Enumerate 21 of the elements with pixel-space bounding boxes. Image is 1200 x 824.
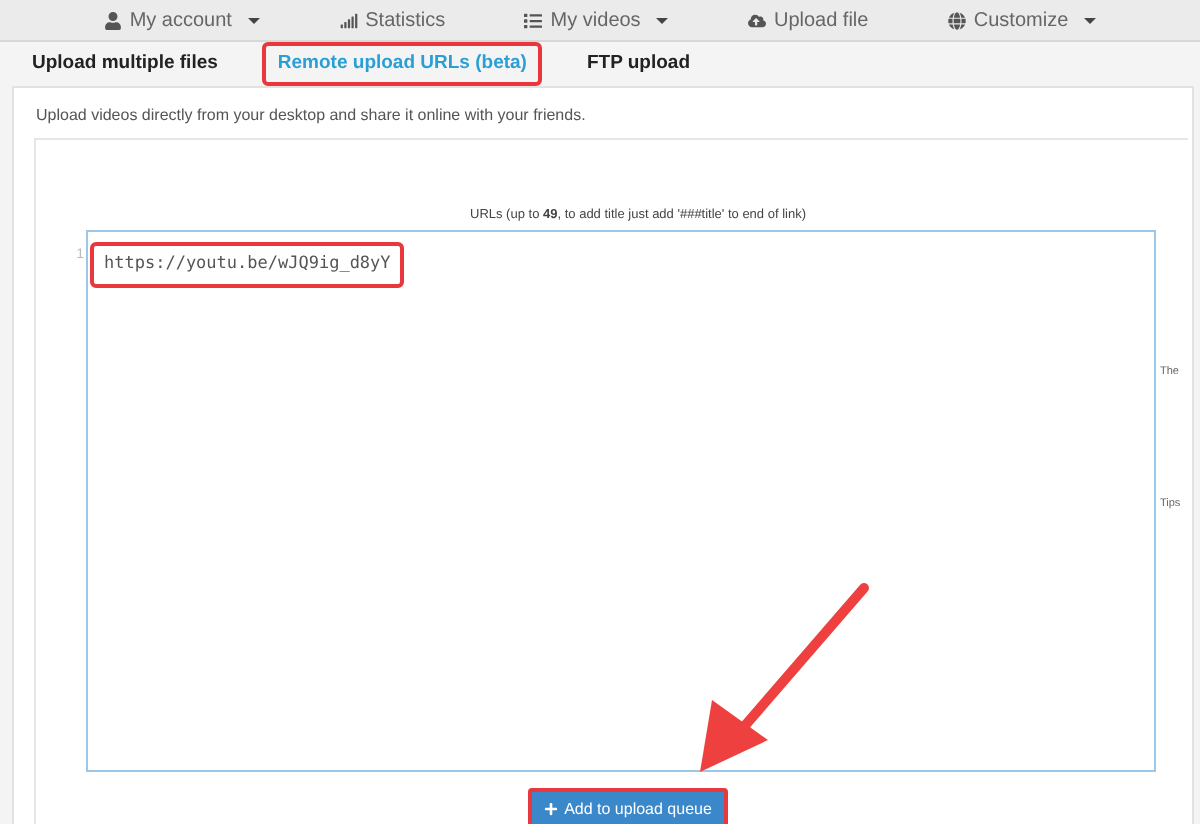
tab[interactable]: Upload multiple files <box>16 41 234 87</box>
nav-link[interactable]: My videos <box>524 5 669 35</box>
description-text: Upload videos directly from your desktop and share it online with your friends. <box>36 104 588 128</box>
nav-link[interactable]: Statistics <box>339 5 446 35</box>
list-icon <box>524 11 543 29</box>
cloud-upload-icon <box>747 11 766 29</box>
user-icon <box>103 11 122 29</box>
bar-chart-icon <box>339 11 358 29</box>
nav-link[interactable]: Customize <box>947 5 1097 35</box>
caret-icon <box>247 17 260 23</box>
nav-link[interactable]: My account <box>103 5 260 35</box>
add-to-queue-button[interactable]: Add to upload queue <box>528 787 728 824</box>
url-entry: https://youtu.be/wJQ9ig_d8yY <box>90 241 405 287</box>
globe-icon <box>947 11 966 29</box>
caret-icon <box>656 17 669 23</box>
url-text-area[interactable]: https://youtu.be/wJQ9ig_d8yY <box>86 229 1156 772</box>
nav-link[interactable]: Upload file <box>747 5 869 35</box>
caret-icon <box>1084 17 1097 23</box>
plus-icon <box>544 802 559 817</box>
tab[interactable]: FTP upload <box>570 41 707 87</box>
tab[interactable]: Remote upload URLs (beta) <box>261 41 543 87</box>
